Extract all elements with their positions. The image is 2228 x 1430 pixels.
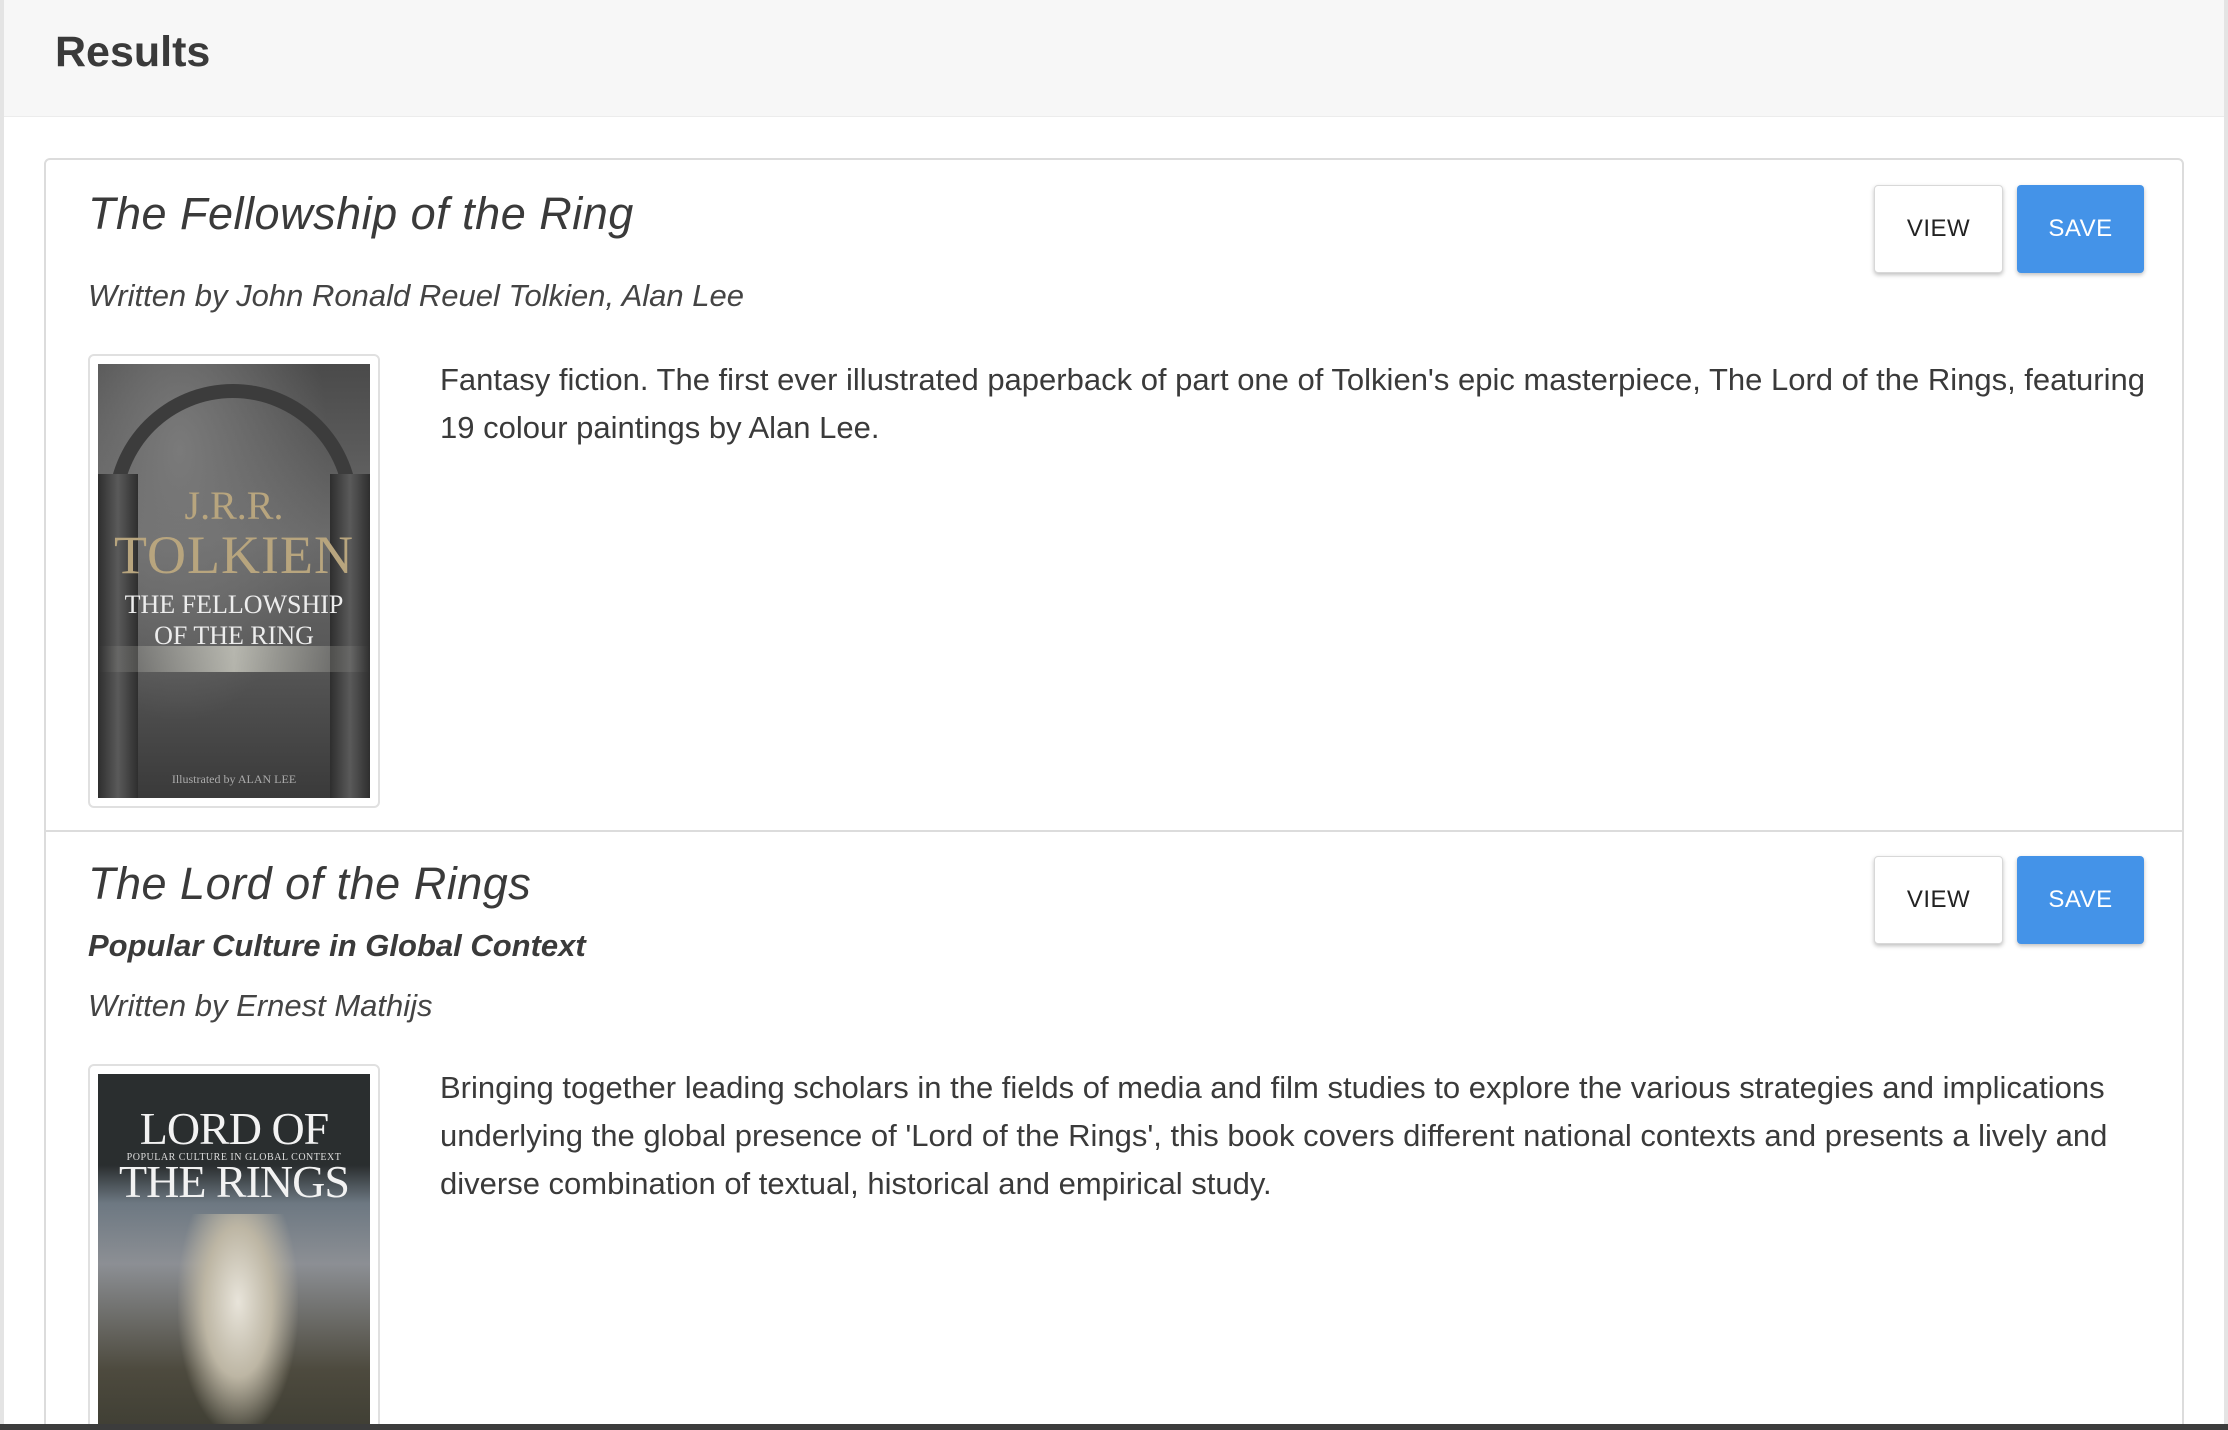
window-frame-left (0, 0, 4, 1430)
book-author: Written by John Ronald Reuel Tolkien, Al… (88, 278, 744, 313)
book-description: Fantasy fiction. The first ever illustra… (440, 362, 2145, 445)
cover-figure-image (178, 1214, 298, 1430)
page-title: Results (55, 28, 211, 76)
cover-author-name: TOLKIEN (114, 525, 354, 585)
results-page: Results The Fellowship of the Ring Writt… (0, 0, 2228, 1430)
results-list: The Fellowship of the Ring Written by Jo… (44, 158, 2184, 1430)
cover-illustrator: Illustrated by ALAN LEE (171, 772, 297, 786)
book-item: The Fellowship of the Ring Written by Jo… (46, 160, 2182, 830)
cover-title: THE FELLOWSHIP OF THE RING (98, 589, 370, 651)
book-thumbnail[interactable]: LORD OF THE RINGS POPULAR CULTURE IN GLO… (88, 1064, 380, 1430)
book-subtitle: Popular Culture in Global Context (88, 928, 586, 963)
view-button[interactable]: VIEW (1874, 185, 2003, 273)
window-frame-bottom (0, 1424, 2228, 1430)
book-thumbnail[interactable]: J.R.R. TOLKIEN THE FELLOWSHIP OF THE RIN… (88, 354, 380, 808)
book-description: Bringing together leading scholars in th… (440, 1070, 2108, 1201)
book-cover-image: LORD OF THE RINGS POPULAR CULTURE IN GLO… (98, 1074, 370, 1430)
book-title: The Fellowship of the Ring (88, 188, 634, 239)
results-header: Results (4, 0, 2224, 117)
cover-title-line: THE FELLOWSHIP (124, 590, 344, 619)
book-item: The Lord of the Rings Popular Culture in… (46, 830, 2182, 1430)
cover-author-initials: J.R.R. (184, 483, 284, 528)
book-title: The Lord of the Rings (88, 858, 532, 909)
cover-title-line: OF THE RING (154, 621, 314, 650)
window-frame-right (2224, 0, 2228, 1430)
book-cover-image: J.R.R. TOLKIEN THE FELLOWSHIP OF THE RIN… (98, 364, 370, 798)
cover-subtitle: POPULAR CULTURE IN GLOBAL CONTEXT (126, 1152, 342, 1163)
save-button[interactable]: SAVE (2017, 185, 2144, 273)
save-button[interactable]: SAVE (2017, 856, 2144, 944)
book-author: Written by Ernest Mathijs (88, 988, 433, 1023)
view-button[interactable]: VIEW (1874, 856, 2003, 944)
